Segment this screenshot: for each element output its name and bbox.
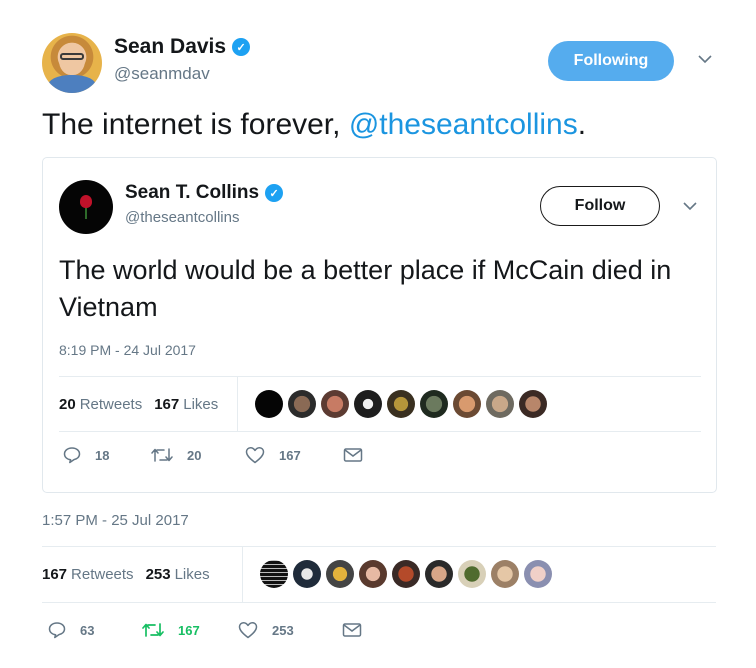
liker-avatar[interactable] [491,560,519,588]
liker-avatar[interactable] [321,390,349,418]
author-avatar[interactable] [42,33,102,93]
message-action[interactable] [343,447,363,463]
liker-avatar[interactable] [425,560,453,588]
liker-avatar[interactable] [519,390,547,418]
liker-avatar[interactable] [260,560,288,588]
tweet-actions: 63 167 253 [48,621,362,639]
chevron-down-icon[interactable] [683,202,697,211]
reply-count: 63 [80,622,95,638]
tweet-text: The internet is forever, @theseantcollin… [42,108,586,142]
liker-avatar[interactable] [255,390,283,418]
tweet-stat-counts: 167 Retweets 253 Likes [42,547,210,602]
retweet-count: 20 [187,447,202,463]
stats-divider [242,547,243,602]
quoted-likes-stat[interactable]: 167 Likes [154,396,218,413]
rose-stem [85,207,87,219]
liker-avatar[interactable] [453,390,481,418]
rose-icon [80,195,92,208]
liker-avatar[interactable] [293,560,321,588]
like-action[interactable]: 253 [238,621,342,639]
reply-action[interactable]: 18 [63,446,151,464]
tweet-timestamp[interactable]: 1:57 PM - 25 Jul 2017 [42,512,189,529]
mention-link[interactable]: @theseantcollins [349,108,578,141]
tweet-text-end: . [577,108,587,141]
quoted-name-row: Sean T. Collins ✓ [125,182,284,204]
liker-avatar[interactable] [392,560,420,588]
retweets-stat[interactable]: 167 Retweets [42,566,134,583]
quoted-likes-label: Likes [183,395,219,413]
message-action[interactable] [342,622,362,638]
quoted-author-handle[interactable]: @theseantcollins [125,209,239,226]
reply-icon [63,446,81,464]
retweet-icon [142,622,164,638]
retweet-action[interactable]: 167 [142,622,238,638]
quoted-retweets-count: 20 [59,395,76,413]
likes-stat[interactable]: 253 Likes [146,566,210,583]
likes-count: 253 [145,566,171,583]
heart-icon [245,446,265,464]
retweet-count: 167 [178,622,200,638]
verified-badge-icon: ✓ [232,38,251,56]
chevron-down-icon[interactable] [698,55,712,64]
likers-avatars [260,560,552,588]
avatar-glasses [60,53,84,60]
heart-icon [238,621,258,639]
liker-avatar[interactable] [420,390,448,418]
retweet-action[interactable]: 20 [151,447,245,463]
quoted-stat-counts: 20 Retweets 167 Likes [59,377,218,431]
liker-avatar[interactable] [458,560,486,588]
liker-avatar[interactable] [524,560,552,588]
envelope-icon [343,447,363,463]
quoted-retweets-label: Retweets [79,395,143,413]
liker-avatar[interactable] [354,390,382,418]
liker-avatar[interactable] [387,390,415,418]
stats-divider [237,377,238,431]
tweet-text-body: The internet is forever, [42,108,349,141]
liker-avatar[interactable] [359,560,387,588]
liker-avatar[interactable] [326,560,354,588]
verified-badge-icon: ✓ [265,184,284,202]
retweets-label: Retweets [71,566,134,583]
reply-action[interactable]: 63 [48,621,142,639]
author-handle[interactable]: @seanmdav [114,64,210,84]
quoted-author-name[interactable]: Sean T. Collins [125,182,259,204]
like-count: 167 [279,447,301,463]
quoted-tweet-text: The world would be a better place if McC… [59,255,672,322]
reply-count: 18 [95,447,110,463]
quoted-author-avatar[interactable] [59,180,113,234]
like-count: 253 [272,622,294,638]
retweets-count: 167 [42,566,68,583]
liker-avatar[interactable] [486,390,514,418]
quoted-tweet-card[interactable]: Sean T. Collins ✓ @theseantcollins Follo… [42,157,717,493]
avatar-shirt [48,75,96,93]
quoted-stats-bar: 20 Retweets 167 Likes [59,376,701,432]
follow-button[interactable]: Follow [540,186,660,226]
likes-label: Likes [174,566,210,583]
envelope-icon [342,622,362,638]
tweet-stats-bar: 167 Retweets 253 Likes [42,546,716,603]
liker-avatar[interactable] [288,390,316,418]
author-name-row: Sean Davis ✓ [114,35,251,59]
quoted-likes-count: 167 [154,395,180,413]
quoted-retweets-stat[interactable]: 20 Retweets [59,396,142,413]
retweet-icon [151,447,173,463]
quoted-likers-avatars [255,390,547,418]
following-button[interactable]: Following [548,41,674,81]
author-name[interactable]: Sean Davis [114,35,226,59]
quoted-actions: 18 20 167 [63,446,363,464]
like-action[interactable]: 167 [245,446,343,464]
reply-icon [48,621,66,639]
quoted-timestamp[interactable]: 8:19 PM - 24 Jul 2017 [59,342,196,358]
